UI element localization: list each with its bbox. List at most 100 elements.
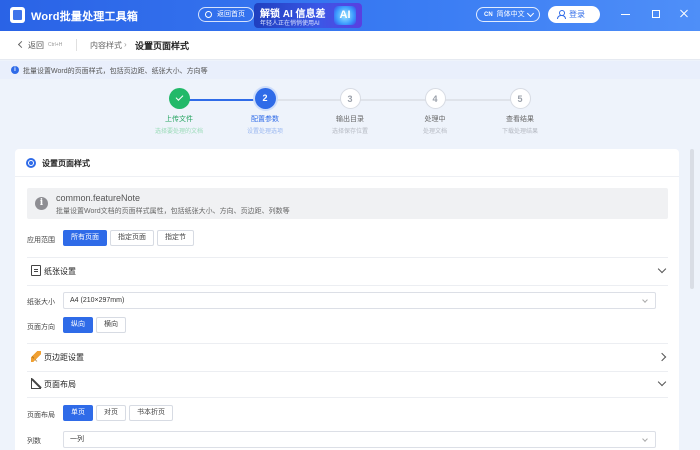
step-desc: 处理文档 [422,129,447,135]
note-description: 批量设置Word文档的页面样式属性，包括纸张大小、方向、页边距、列数等 [56,208,290,215]
paper-size-label: 纸张大小 [27,299,55,306]
divider [27,285,668,286]
step-number: 4 [424,88,446,109]
step-upload: 上传文件 选择要处理的文档 [149,88,209,135]
card-header: 设置页面样式 [15,149,679,177]
chevron-down-icon [526,9,535,18]
title-bar: Word批量处理工具箱 返回首页 解锁 AI 信息差 年轻人正在悄悄使用AI A… [0,0,700,31]
step-output: 3 输出目录 选择保存位置 [320,88,380,135]
scope-specified-section-button[interactable]: 指定节 [157,230,194,246]
divider [76,39,77,51]
layout-options: 单页 对页 书本折页 [63,405,173,421]
language-selector[interactable]: CN 简体中文 [476,7,540,22]
columns-label: 列数 [27,438,41,445]
orientation-landscape-button[interactable]: 横向 [96,317,126,333]
back-home-button[interactable]: 返回首页 [198,7,254,22]
divider [27,397,668,398]
step-name: 查看结果 [506,116,534,123]
chevron-down-icon [642,436,648,442]
ad-banner[interactable]: 解锁 AI 信息差 年轻人正在悄悄使用AI AI [254,3,362,28]
breadcrumb: 返回 Ctrl+H 内容样式 › 设置页面样式 [0,31,700,60]
app-logo-icon [10,7,25,23]
step-desc: 选择保存位置 [331,129,368,135]
gear-icon [26,158,36,168]
chevron-left-icon [17,40,26,49]
user-icon [557,10,566,19]
info-bar: i 批量设置Word的页面样式，包括页边距、纸张大小、方向等 [0,61,700,79]
step-desc: 下载处理结果 [501,129,538,135]
paper-size-value: A4 (210×297mm) [70,297,125,304]
login-label: 登录 [569,10,585,19]
columns-value: 一列 [70,436,84,443]
ruler-icon [31,351,41,362]
orientation-label: 页面方向 [27,324,55,331]
document-icon [31,265,41,276]
info-text: 批量设置Word的页面样式，包括页边距、纸张大小、方向等 [23,68,208,75]
note-title: common.featureNote [56,193,141,203]
layout-section-header[interactable]: 页面布局 [27,373,668,395]
step-name: 处理中 [424,116,446,123]
paper-section-header[interactable]: 纸张设置 [27,260,668,282]
paper-size-select[interactable]: A4 (210×297mm) [63,292,656,309]
feature-note: i common.featureNote 批量设置Word文档的页面样式属性，包… [27,188,668,219]
section-title: 页边距设置 [44,353,84,362]
orientation-options: 纵向 横向 [63,317,126,333]
close-icon[interactable] [679,8,689,20]
step-number: 3 [339,88,361,109]
page-title: 设置页面样式 [135,41,190,51]
chevron-down-icon [657,377,667,387]
step-number: 5 [509,88,531,109]
card-title: 设置页面样式 [42,159,90,168]
scrollbar[interactable] [690,149,694,289]
home-icon [205,11,212,18]
breadcrumb-separator: › [124,40,127,49]
layout-book-fold-button[interactable]: 书本折页 [129,405,173,421]
chevron-down-icon [657,264,667,274]
set-square-icon [31,378,41,389]
shortcut-hint: Ctrl+H [48,42,63,48]
chevron-right-icon [657,352,667,362]
step-name: 输出目录 [336,116,364,123]
progress-stepper: 上传文件 选择要处理的文档 2 配置参数 设置处理选项 3 输出目录 选择保存位… [0,79,700,143]
divider [27,257,668,258]
scope-options: 所有页面 指定页面 指定节 [63,230,194,246]
layout-label: 页面布局 [27,412,55,419]
layout-single-page-button[interactable]: 单页 [63,405,93,421]
settings-card: 设置页面样式 i common.featureNote 批量设置Word文档的页… [15,149,679,450]
step-desc: 设置处理选项 [246,129,283,135]
step-number: 2 [254,88,276,109]
breadcrumb-parent[interactable]: 内容样式 [90,40,122,51]
chevron-down-icon [642,297,648,303]
info-icon: i [11,66,19,74]
check-icon [168,88,190,109]
info-icon: i [35,197,48,210]
back-label: 返回 [28,41,44,50]
language-code: CN [484,12,493,18]
scope-all-pages-button[interactable]: 所有页面 [63,230,107,246]
app-title: Word批量处理工具箱 [31,11,139,23]
step-results: 5 查看结果 下载处理结果 [490,88,550,135]
step-configure: 2 配置参数 设置处理选项 [235,88,295,135]
step-name: 配置参数 [251,116,279,123]
scope-label: 应用范围 [27,237,55,244]
ad-subline: 年轻人正在悄悄使用AI [260,21,320,27]
login-button[interactable]: 登录 [548,6,600,23]
section-title: 页面布局 [44,380,76,389]
maximize-icon[interactable] [651,8,661,20]
back-home-label: 返回首页 [217,11,245,18]
language-label: 简体中文 [496,11,525,18]
back-link[interactable]: 返回 [17,40,44,51]
scope-specified-pages-button[interactable]: 指定页面 [110,230,154,246]
ai-badge-icon: AI [334,6,356,25]
columns-select[interactable]: 一列 [63,431,656,448]
orientation-portrait-button[interactable]: 纵向 [63,317,93,333]
section-title: 纸张设置 [44,267,76,276]
step-name: 上传文件 [165,116,193,123]
minimize-icon[interactable] [621,8,631,20]
step-desc: 选择要处理的文档 [154,129,203,135]
divider [27,371,668,372]
margin-section-header[interactable]: 页边距设置 [27,346,668,368]
layout-facing-pages-button[interactable]: 对页 [96,405,126,421]
step-processing: 4 处理中 处理文档 [405,88,465,135]
divider [27,343,668,344]
